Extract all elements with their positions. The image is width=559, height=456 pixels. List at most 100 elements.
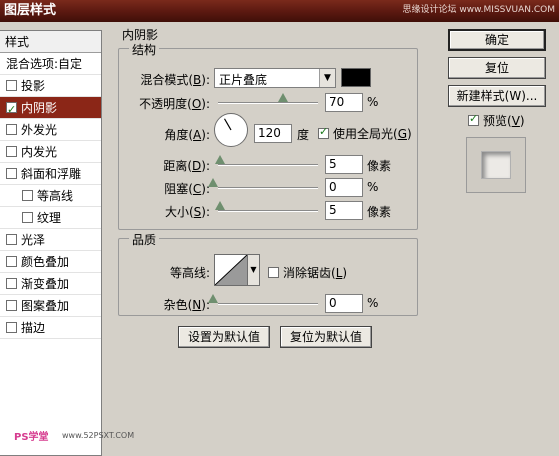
style-list: 样式 混合选项:自定 投影内阴影外发光内发光斜面和浮雕等高线纹理光泽颜色叠加渐变… — [0, 30, 102, 456]
contour-label: 等高线: — [169, 266, 210, 280]
opacity-label: 不透明度(O): — [139, 97, 210, 111]
style-item-checkbox[interactable] — [6, 99, 17, 121]
choke-slider[interactable] — [218, 187, 318, 189]
anti-alias-label: 消除锯齿(L) — [283, 266, 348, 280]
blend-options-item[interactable]: 混合选项:自定 — [0, 53, 101, 75]
style-item-label: 内阴影 — [21, 100, 58, 115]
make-default-button[interactable]: 设置为默认值 — [178, 326, 270, 348]
opacity-slider-thumb[interactable] — [278, 93, 288, 102]
style-item[interactable]: 斜面和浮雕 — [0, 163, 101, 185]
title-bar[interactable]: 图层样式 思缘设计论坛 www.MISSVUAN.COM — [0, 0, 559, 22]
opacity-input[interactable]: 70 — [325, 93, 363, 112]
style-item-label: 描边 — [21, 320, 46, 335]
style-item-checkbox[interactable] — [22, 190, 33, 201]
style-item[interactable]: 描边 — [0, 317, 101, 339]
style-preview-thumbnail — [466, 137, 526, 193]
style-items: 投影内阴影外发光内发光斜面和浮雕等高线纹理光泽颜色叠加渐变叠加图案叠加描边 — [0, 75, 101, 339]
structure-title: 结构 — [129, 41, 160, 58]
footer-url: www.52PSXT.COM — [62, 431, 135, 440]
noise-input[interactable]: 0 — [325, 294, 363, 313]
opacity-slider[interactable] — [218, 102, 318, 104]
distance-unit: 像素 — [367, 159, 392, 173]
style-list-header: 样式 — [0, 31, 101, 53]
size-unit: 像素 — [367, 205, 392, 219]
quality-title: 品质 — [129, 231, 160, 248]
size-input[interactable]: 5 — [325, 201, 363, 220]
noise-slider[interactable] — [218, 303, 318, 305]
distance-slider-thumb[interactable] — [215, 155, 225, 164]
style-item-checkbox[interactable] — [6, 256, 17, 267]
choke-input[interactable]: 0 — [325, 178, 363, 197]
angle-dial-graphic — [223, 118, 232, 131]
style-item-label: 等高线 — [37, 188, 74, 203]
style-item-checkbox[interactable] — [22, 212, 33, 223]
reset-button[interactable]: 复位 — [448, 57, 546, 79]
distance-slider[interactable] — [218, 164, 318, 166]
size-label: 大小(S): — [164, 205, 210, 219]
window-title: 图层样式 — [4, 3, 57, 18]
shadow-color-swatch[interactable] — [341, 68, 371, 87]
distance-label: 距离(D): — [163, 159, 210, 173]
blend-mode-value: 正片叠底 — [219, 73, 268, 87]
noise-label: 杂色(N): — [163, 298, 210, 312]
style-item-checkbox[interactable] — [6, 234, 17, 245]
style-item-label: 渐变叠加 — [21, 276, 70, 291]
noise-unit: % — [367, 296, 379, 310]
style-item[interactable]: 内发光 — [0, 141, 101, 163]
choke-label: 阻塞(C): — [164, 182, 210, 196]
anti-alias-checkbox[interactable] — [268, 267, 279, 278]
style-item[interactable]: 纹理 — [0, 207, 101, 229]
contour-picker[interactable] — [214, 254, 248, 286]
distance-input[interactable]: 5 — [325, 155, 363, 174]
preview-label: 预览(V) — [483, 114, 525, 128]
style-item[interactable]: 光泽 — [0, 229, 101, 251]
choke-slider-thumb[interactable] — [208, 178, 218, 187]
reset-default-button[interactable]: 复位为默认值 — [280, 326, 372, 348]
watermark-text: 思缘设计论坛 www.MISSVUAN.COM — [402, 5, 555, 15]
preview-swatch — [481, 151, 511, 179]
style-item-label: 外发光 — [21, 122, 58, 137]
opacity-unit: % — [367, 95, 379, 109]
style-item-checkbox[interactable] — [6, 322, 17, 333]
angle-input[interactable]: 120 — [254, 124, 292, 143]
preview-checkbox[interactable] — [468, 112, 479, 126]
style-item-label: 内发光 — [21, 144, 58, 159]
style-item[interactable]: 内阴影 — [0, 97, 101, 121]
style-item-checkbox[interactable] — [6, 300, 17, 311]
blend-mode-label: 混合模式(B): — [140, 73, 210, 87]
global-light-toggle[interactable]: 使用全局光(G) — [318, 125, 412, 142]
contour-dropdown-icon[interactable]: ▼ — [248, 254, 260, 286]
global-light-checkbox[interactable] — [318, 125, 329, 139]
style-item[interactable]: 外发光 — [0, 119, 101, 141]
angle-label: 角度(A): — [164, 128, 210, 142]
blend-mode-select[interactable]: 正片叠底 ▼ — [214, 68, 336, 88]
preview-toggle[interactable]: 预览(V) — [468, 112, 525, 129]
contour-curve-icon — [214, 254, 248, 286]
style-item-checkbox[interactable] — [6, 80, 17, 91]
new-style-button[interactable]: 新建样式(W)... — [448, 85, 546, 107]
global-light-label: 使用全局光(G) — [333, 127, 412, 141]
size-slider[interactable] — [218, 210, 318, 212]
anti-alias-toggle[interactable]: 消除锯齿(L) — [268, 264, 347, 281]
style-item-checkbox[interactable] — [6, 278, 17, 289]
dialog-body: 样式 混合选项:自定 投影内阴影外发光内发光斜面和浮雕等高线纹理光泽颜色叠加渐变… — [0, 22, 559, 456]
size-slider-thumb[interactable] — [215, 201, 225, 210]
style-item[interactable]: 颜色叠加 — [0, 251, 101, 273]
style-item[interactable]: 等高线 — [0, 185, 101, 207]
style-item-label: 斜面和浮雕 — [21, 166, 82, 181]
style-item-checkbox[interactable] — [6, 168, 17, 179]
style-item-checkbox[interactable] — [6, 124, 17, 135]
style-item[interactable]: 图案叠加 — [0, 295, 101, 317]
ok-button[interactable]: 确定 — [448, 29, 546, 51]
style-item-label: 纹理 — [37, 210, 62, 225]
style-item[interactable]: 渐变叠加 — [0, 273, 101, 295]
style-item[interactable]: 投影 — [0, 75, 101, 97]
noise-slider-thumb[interactable] — [208, 294, 218, 303]
chevron-down-icon: ▼ — [319, 69, 335, 87]
style-item-label: 投影 — [21, 78, 46, 93]
style-item-checkbox[interactable] — [6, 146, 17, 157]
style-item-label: 图案叠加 — [21, 298, 70, 313]
angle-dial[interactable] — [214, 113, 248, 147]
style-item-label: 颜色叠加 — [21, 254, 70, 269]
footer-logo: PS学堂 — [14, 432, 49, 443]
